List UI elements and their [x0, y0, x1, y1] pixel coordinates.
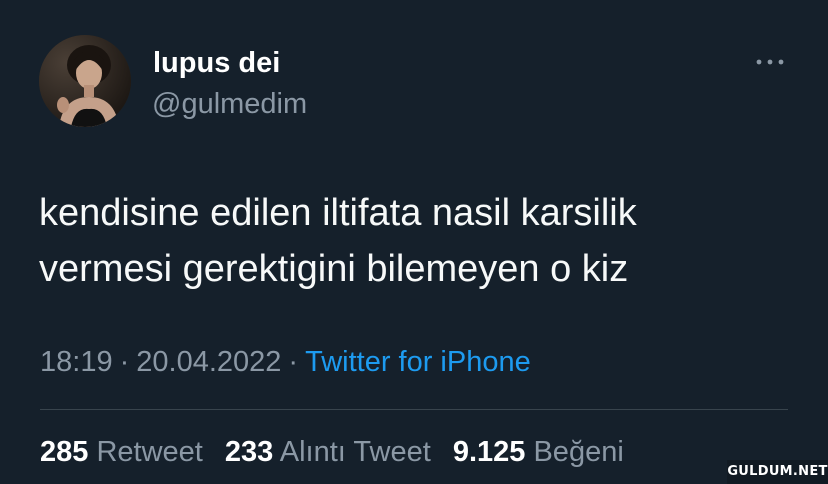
tweet-source-link[interactable]: Twitter for iPhone: [305, 346, 531, 378]
tweet-text: kendisine edilen iltifata nasil karsilik…: [39, 185, 799, 297]
avatar[interactable]: [39, 35, 131, 127]
divider: [40, 409, 788, 410]
likes-stat[interactable]: 9.125 Beğeni: [453, 436, 624, 468]
quotes-stat[interactable]: 233 Alıntı Tweet: [225, 436, 431, 468]
tweet-stats: 285 Retweet 233 Alıntı Tweet 9.125 Beğen…: [40, 435, 638, 469]
tweet-card: lupus dei @gulmedim kendisine edilen ilt…: [0, 0, 828, 484]
watermark: GULDUM.NET: [727, 460, 828, 484]
profile-photo-icon: [39, 35, 131, 127]
user-handle[interactable]: @gulmedim: [152, 87, 307, 121]
separator: ·: [119, 346, 130, 378]
tweet-metadata: 18:19 · 20.04.2022 · Twitter for iPhone: [40, 345, 531, 379]
retweets-label: Retweet: [96, 436, 203, 468]
display-name[interactable]: lupus dei: [153, 46, 280, 80]
separator: ·: [288, 346, 299, 378]
retweets-stat[interactable]: 285 Retweet: [40, 436, 203, 468]
retweets-count: 285: [40, 436, 89, 468]
quotes-label: Alıntı Tweet: [279, 436, 431, 468]
tweet-text-line: kendisine edilen iltifata nasil karsilik: [39, 192, 637, 234]
likes-label: Beğeni: [533, 436, 624, 468]
tweet-date[interactable]: 20.04.2022: [136, 346, 281, 378]
tweet-text-line: vermesi gerektigini bilemeyen o kiz: [39, 248, 629, 290]
more-horizontal-icon[interactable]: [754, 52, 786, 72]
quotes-count: 233: [224, 436, 274, 468]
tweet-time[interactable]: 18:19: [40, 346, 113, 378]
likes-count: 9.125: [452, 436, 526, 468]
